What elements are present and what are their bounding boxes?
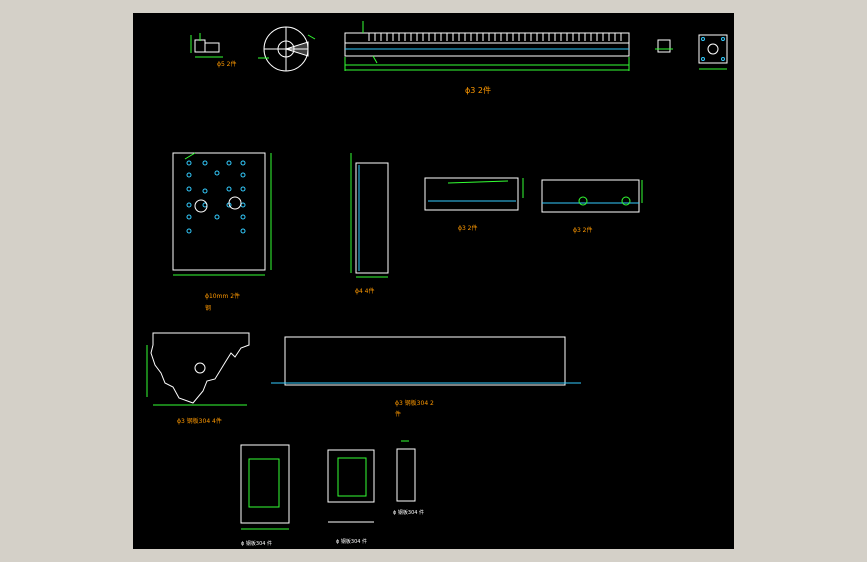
small-frame-2-label: ϕ 钢板304 件 <box>336 538 367 545</box>
small-bracket-label: ϕ5 2件 <box>217 60 237 68</box>
horizontal-bar-2-part[interactable] <box>541 179 643 213</box>
gear-disc-icon[interactable] <box>258 26 316 72</box>
long-plate-part[interactable] <box>271 336 581 386</box>
horizontal-bar-2-label: ϕ3 2件 <box>573 226 593 234</box>
long-plate-label-2: 件 <box>395 410 401 418</box>
small-frame-1-part[interactable] <box>240 444 290 530</box>
bolt-hole-icon <box>186 160 246 234</box>
triangular-plate-label: ϕ3 钢板304 4件 <box>177 417 222 425</box>
main-plate-part[interactable] <box>172 152 272 276</box>
long-plate-label: ϕ3 钢板304 2 <box>395 399 434 407</box>
horizontal-bar-1-part[interactable] <box>424 177 524 211</box>
rack-teeth <box>368 33 622 41</box>
small-bracket-part[interactable] <box>190 33 223 58</box>
vertical-bar-label: ϕ4 4件 <box>355 287 375 295</box>
rack-bar-label: ϕ3 2件 <box>465 85 491 95</box>
small-bar-label: ϕ 钢板304 件 <box>393 509 424 516</box>
triangular-plate-part[interactable] <box>146 332 250 406</box>
main-plate-label: ϕ10mm 2件 <box>205 292 240 300</box>
vertical-bar-part[interactable] <box>350 153 389 278</box>
rack-bar-part[interactable] <box>344 21 630 71</box>
small-bar-part[interactable] <box>396 440 416 502</box>
square-flange-part[interactable] <box>698 34 728 70</box>
small-frame-1-label: ϕ 钢板304 件 <box>241 540 272 547</box>
main-plate-label-2: 钢 <box>205 304 211 312</box>
cad-drawing-canvas[interactable]: ϕ5 2件 ϕ3 2件 ϕ10mm 2件 钢 ϕ4 4件 ϕ3 2件 ϕ3 2件… <box>133 13 734 549</box>
small-square-part[interactable] <box>655 39 673 53</box>
small-frame-2-part[interactable] <box>327 449 375 523</box>
cad-drawing: ϕ5 2件 ϕ3 2件 ϕ10mm 2件 钢 ϕ4 4件 ϕ3 2件 ϕ3 2件… <box>146 21 728 547</box>
horizontal-bar-1-label: ϕ3 2件 <box>458 224 478 232</box>
